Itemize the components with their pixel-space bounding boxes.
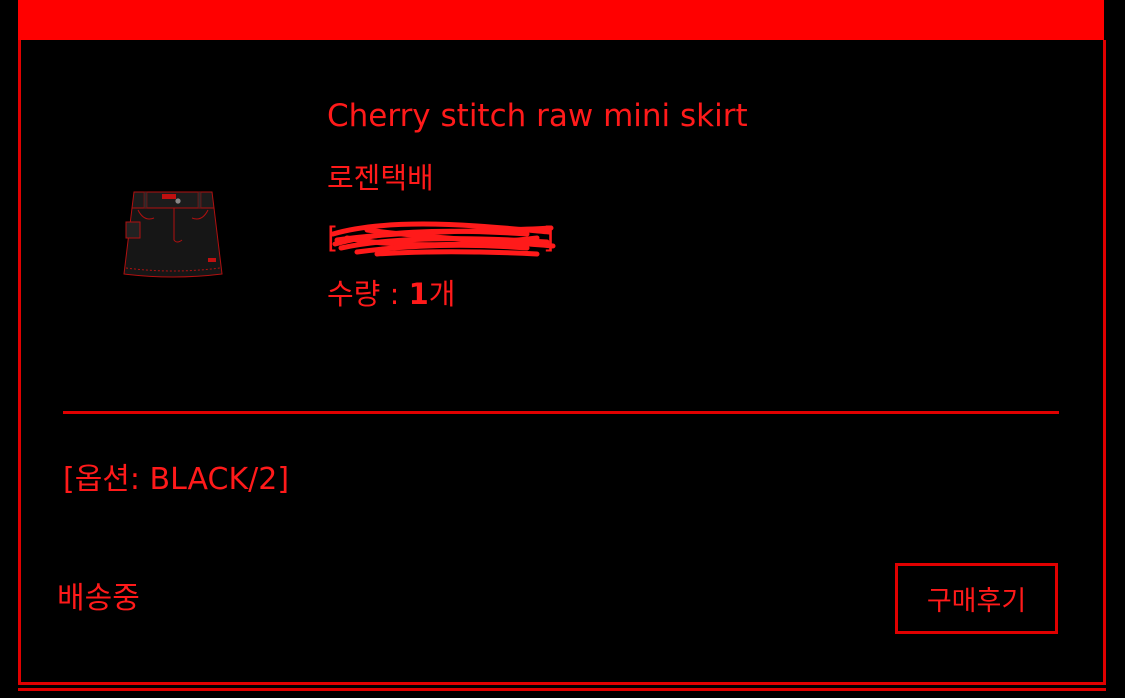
redaction-scribble xyxy=(330,221,556,257)
section-divider xyxy=(63,411,1059,414)
denim-mini-skirt-image xyxy=(123,191,223,278)
product-name[interactable]: Cherry stitch raw mini skirt xyxy=(327,96,748,136)
courier-name: 로젠택배 xyxy=(327,161,434,195)
top-banner xyxy=(18,0,1104,40)
product-info: Cherry stitch raw mini skirt 로젠택배 [ ] 수량… xyxy=(327,96,748,314)
order-page: Cherry stitch raw mini skirt 로젠택배 [ ] 수량… xyxy=(0,0,1125,698)
delivery-status: 배송중 xyxy=(57,581,140,616)
write-review-button[interactable]: 구매후기 xyxy=(895,563,1058,634)
quantity-label: 수량 : xyxy=(327,277,409,311)
tracking-number-redacted: [ ] xyxy=(327,218,559,258)
tracking-bracket-right: ] xyxy=(543,221,555,255)
option-text: [옵션: BLACK/2] xyxy=(63,462,290,497)
product-thumbnail[interactable] xyxy=(120,188,226,282)
quantity-value: 1 xyxy=(408,277,429,311)
quantity: 수량 : 1개 xyxy=(327,274,748,314)
quantity-unit: 개 xyxy=(428,277,456,311)
next-card-border xyxy=(18,688,1106,691)
